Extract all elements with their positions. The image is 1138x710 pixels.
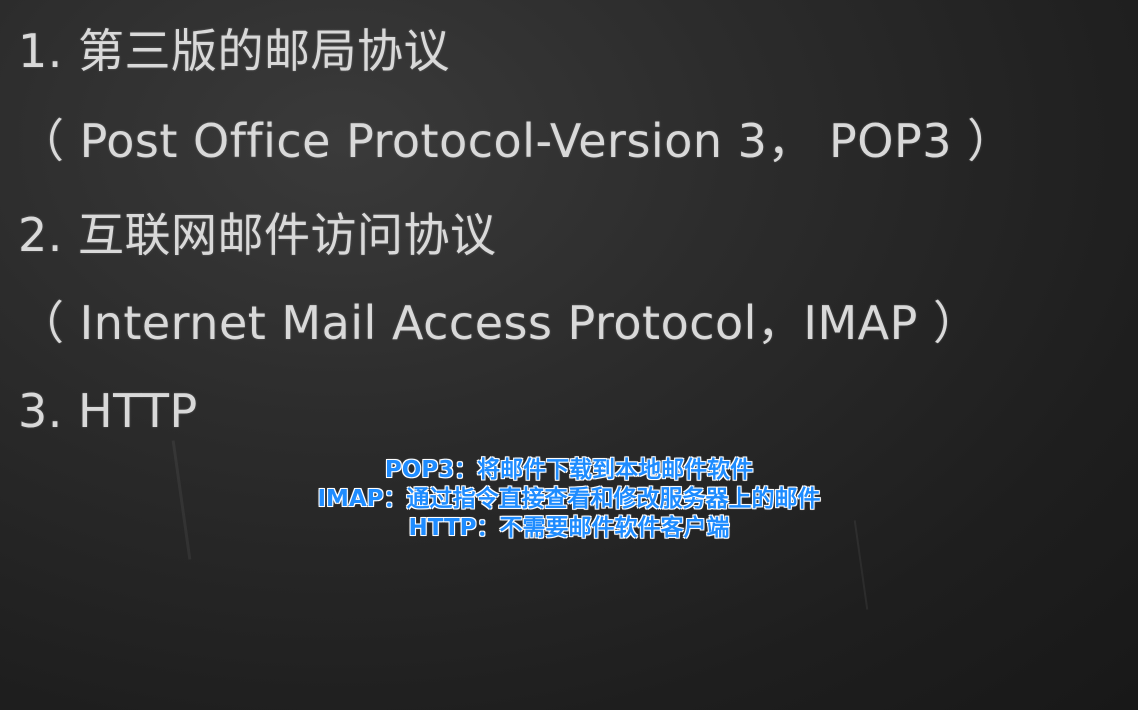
blackboard: 1. 第三版的邮局协议 （ Post Office Protocol-Versi… — [0, 0, 1138, 710]
protocol-2-title: 2. 互联网邮件访问协议 — [18, 208, 497, 262]
protocol-1-full-name: （ Post Office Protocol-Version 3， POP3 ） — [18, 114, 1014, 168]
subtitle-pop3: POP3：将邮件下载到本地邮件软件 — [384, 457, 754, 483]
subtitle-imap: IMAP：通过指令直接查看和修改服务器上的邮件 — [317, 486, 821, 512]
protocol-2-full-name: （ Internet Mail Access Protocol，IMAP ） — [18, 296, 980, 350]
protocol-3-title: 3. HTTP — [18, 384, 198, 438]
subtitle-http: HTTP：不需要邮件软件客户端 — [408, 515, 730, 541]
protocol-1-title: 1. 第三版的邮局协议 — [18, 24, 451, 78]
subtitle-block: POP3：将邮件下载到本地邮件软件 IMAP：通过指令直接查看和修改服务器上的邮… — [0, 456, 1138, 543]
